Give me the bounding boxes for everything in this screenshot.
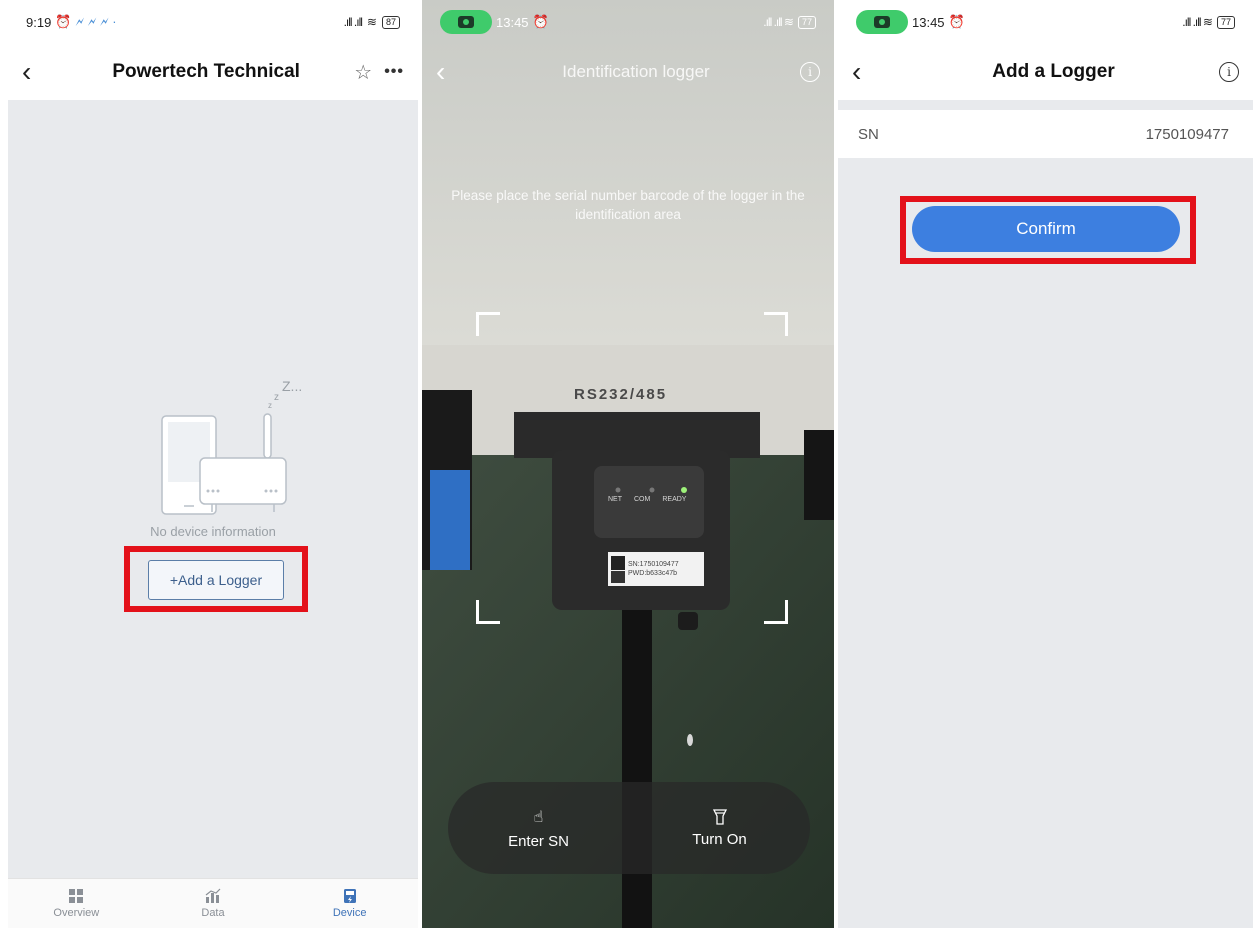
nav-bar: ‹ Add a Logger i bbox=[838, 44, 1253, 100]
scan-logger-screen: RS232/485 NET COM READY SN:1750109477 PW… bbox=[422, 0, 834, 928]
tab-label: Device bbox=[332, 907, 367, 919]
camera-icon bbox=[874, 16, 890, 28]
status-bar: 13:45 ⏰ .ıll .ıll ≋ 77 bbox=[838, 0, 1253, 44]
tab-device[interactable]: Device bbox=[281, 879, 418, 928]
svg-text:z: z bbox=[268, 401, 272, 410]
alarm-icon: ⏰ bbox=[532, 14, 549, 29]
signal-icon: .ıll .ıll ≋ bbox=[1182, 15, 1213, 29]
back-button[interactable]: ‹ bbox=[852, 58, 888, 86]
sn-label: SN bbox=[858, 125, 879, 143]
enter-sn-button[interactable]: ☝ Enter SN bbox=[448, 782, 629, 874]
scan-instruction: Please place the serial number barcode o… bbox=[451, 188, 805, 222]
sticker-sn: SN:1750109477 bbox=[628, 561, 679, 568]
battery-icon: 77 bbox=[1216, 15, 1235, 29]
scan-frame-corner-bl bbox=[476, 600, 500, 624]
back-button[interactable]: ‹ bbox=[22, 58, 58, 86]
nav-bar: ‹ Identification logger i bbox=[422, 44, 834, 100]
chart-icon bbox=[205, 888, 221, 903]
tab-overview[interactable]: Overview bbox=[8, 879, 145, 928]
device-sn-sticker: SN:1750109477 PWD:b633c47b bbox=[628, 560, 679, 578]
highlight-box bbox=[124, 546, 308, 612]
led-labels: NET COM READY bbox=[608, 496, 686, 503]
sticker-pwd: PWD:b633c47b bbox=[628, 570, 678, 577]
led-net: NET bbox=[608, 496, 622, 503]
battery-icon: 87 bbox=[381, 15, 400, 29]
add-logger-screen: 13:45 ⏰ .ıll .ıll ≋ 77 ‹ Add a Logger i … bbox=[838, 0, 1253, 928]
device-icon bbox=[343, 889, 356, 903]
flashlight-button[interactable]: Turn On bbox=[629, 782, 810, 874]
scan-frame-corner-tr bbox=[764, 312, 788, 336]
flashlight-label: Turn On bbox=[692, 830, 747, 848]
scan-actions-bar: ☝ Enter SN Turn On bbox=[448, 782, 810, 874]
battery-icon: 77 bbox=[797, 15, 816, 29]
nav-bar: ‹ Powertech Technical ☆ ••• bbox=[8, 44, 418, 100]
notification-icons: 🗲 🗲 🗲 · bbox=[75, 14, 117, 29]
back-button[interactable]: ‹ bbox=[436, 58, 472, 86]
signal-icon: .ıll .ıll bbox=[343, 15, 363, 29]
port-label: RS232/485 bbox=[574, 386, 668, 403]
led-ready: READY bbox=[662, 496, 687, 503]
bottom-tab-bar: Overview Data Device bbox=[8, 878, 418, 928]
wifi-icon: ≋ bbox=[366, 15, 377, 29]
info-icon[interactable]: i bbox=[800, 62, 820, 82]
enter-sn-label: Enter SN bbox=[508, 832, 569, 850]
page-title: Add a Logger bbox=[992, 61, 1115, 82]
tab-data[interactable]: Data bbox=[145, 879, 282, 928]
status-bar: 13:45 ⏰ .ıll .ıll ≋ 77 bbox=[422, 0, 834, 44]
alarm-icon: ⏰ bbox=[948, 14, 965, 29]
scan-frame-corner-tl bbox=[476, 312, 500, 336]
sleeping-device-illustration: z z bbox=[161, 392, 287, 515]
device-list-screen: 9:19 ⏰ 🗲 🗲 🗲 · .ıll .ıll ≋ 87 ‹ Powertec… bbox=[8, 0, 418, 928]
star-icon[interactable]: ☆ bbox=[354, 60, 372, 85]
info-icon[interactable]: i bbox=[1219, 62, 1239, 82]
svg-text:z: z bbox=[274, 392, 279, 403]
tab-label: Overview bbox=[53, 907, 100, 919]
zzz-label: Z... bbox=[282, 378, 303, 394]
tab-label: Data bbox=[201, 907, 225, 919]
page-title: Powertech Technical bbox=[112, 61, 300, 82]
status-time: 13:45 bbox=[496, 14, 529, 30]
camera-active-indicator bbox=[440, 10, 492, 34]
flashlight-icon bbox=[712, 808, 727, 825]
signal-icon: .ıll .ıll ≋ bbox=[763, 15, 794, 29]
highlight-box bbox=[900, 196, 1196, 264]
led-com: COM bbox=[634, 496, 651, 503]
scan-frame-corner-br bbox=[764, 600, 788, 624]
camera-active-indicator bbox=[856, 10, 908, 34]
alarm-icon: ⏰ bbox=[55, 14, 72, 29]
status-time: 13:45 bbox=[912, 14, 945, 30]
empty-state-text: No device information bbox=[150, 524, 276, 539]
sn-value: 1750109477 bbox=[1145, 125, 1229, 143]
status-bar: 9:19 ⏰ 🗲 🗲 🗲 · .ıll .ıll ≋ 87 bbox=[8, 0, 418, 44]
page-title: Identification logger bbox=[562, 62, 710, 81]
grid-icon bbox=[69, 889, 84, 903]
status-time: 9:19 bbox=[26, 14, 52, 30]
camera-icon bbox=[458, 16, 474, 28]
hand-tap-icon: ☝ bbox=[533, 808, 544, 826]
more-icon[interactable]: ••• bbox=[384, 63, 404, 81]
sn-field-row[interactable]: SN 1750109477 bbox=[838, 110, 1253, 158]
